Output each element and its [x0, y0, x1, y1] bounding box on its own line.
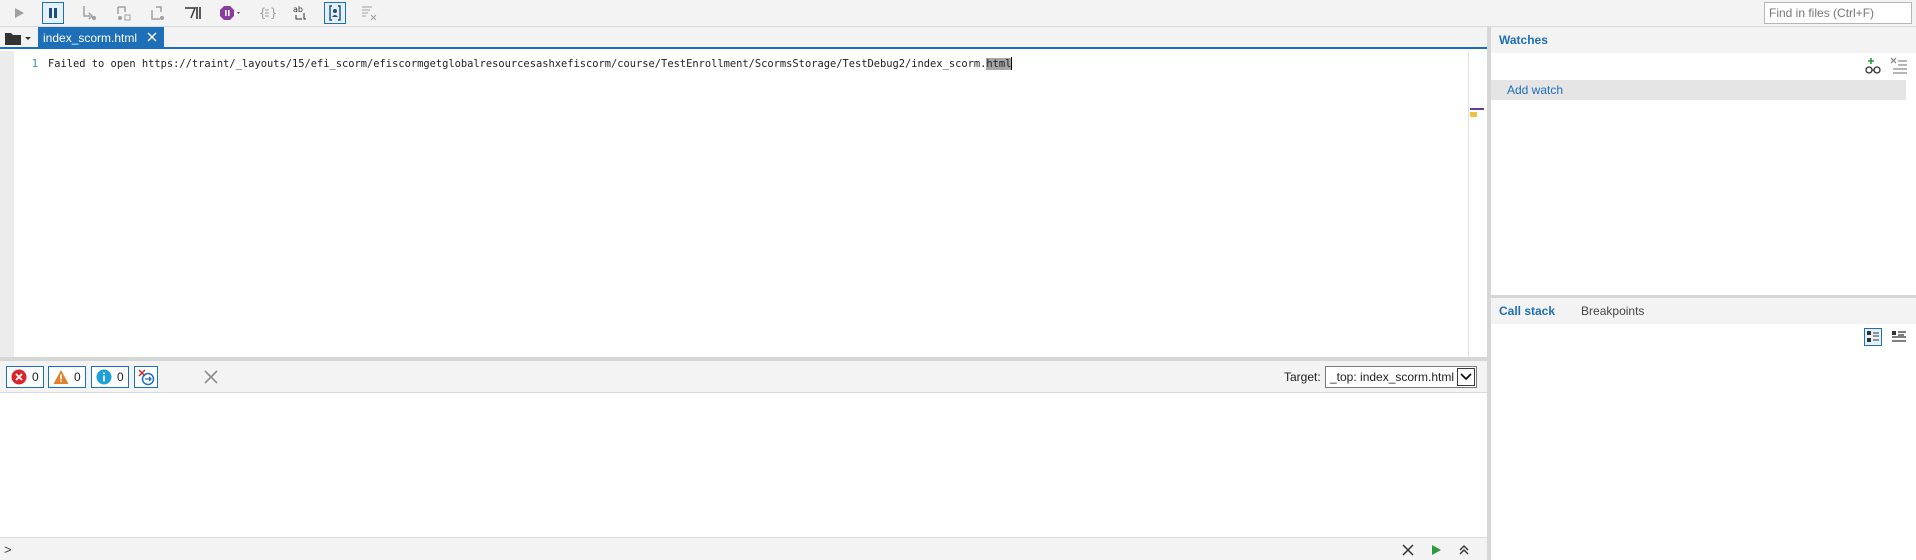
error-icon — [11, 369, 27, 385]
selected-text: html — [986, 58, 1012, 70]
code-view[interactable]: 1 Failed to open https://traint/_layouts… — [14, 51, 1468, 357]
line-text: Failed to open https://traint/_layouts/1… — [48, 58, 987, 70]
watches-title: Watches — [1499, 33, 1548, 47]
exception-behavior-icon — [220, 6, 240, 20]
expand-input-button[interactable] — [1456, 542, 1472, 558]
find-in-files-input[interactable] — [1764, 2, 1912, 24]
console-pane: 0 0 0 Target: _top: index_scorm.html — [0, 361, 1487, 537]
clear-console-button[interactable] — [200, 366, 222, 388]
word-wrap-button[interactable]: ab — [290, 2, 312, 24]
step-out-icon — [151, 6, 164, 20]
clear-breakpoints-icon — [362, 6, 377, 21]
step-into-button[interactable] — [78, 2, 100, 24]
target-value: _top: index_scorm.html — [1330, 370, 1455, 384]
scroll-marker-highlight — [1470, 112, 1477, 117]
warnings-filter-button[interactable]: 0 — [48, 366, 86, 388]
info-icon — [96, 369, 112, 385]
editor-pane: index_scorm.html 1 Failed to open https:… — [0, 27, 1487, 357]
callstack-toolbar — [1864, 328, 1908, 346]
breakpoint-gutter[interactable] — [0, 51, 14, 357]
text-caret — [1011, 57, 1013, 70]
pause-icon — [49, 8, 57, 18]
console-prompt: > — [4, 542, 12, 557]
pretty-print-button[interactable]: {} — [256, 2, 278, 24]
step-over-button[interactable] — [112, 2, 134, 24]
info-filter-button[interactable]: 0 — [91, 366, 129, 388]
clear-input-button[interactable] — [1400, 542, 1416, 558]
callstack-pane: Call stack Breakpoints — [1491, 298, 1916, 560]
call-frames-icon — [1867, 331, 1879, 342]
warnings-count: 0 — [74, 370, 81, 384]
line-number: 1 — [31, 58, 38, 70]
step-out-button[interactable] — [146, 2, 168, 24]
close-tab-icon[interactable] — [146, 31, 158, 43]
info-count: 0 — [117, 370, 124, 384]
show-frames-button[interactable] — [1864, 328, 1882, 346]
console-input-bar[interactable]: > — [0, 537, 1487, 560]
run-button[interactable] — [1428, 542, 1444, 558]
code-line: 1 Failed to open https://traint/_layouts… — [14, 57, 1013, 71]
console-toolbar: 0 0 0 Target: _top: index_scorm.html — [0, 361, 1487, 393]
step-into-icon — [83, 6, 96, 20]
pause-button[interactable] — [42, 2, 64, 24]
break-on-new-worker-button[interactable] — [182, 2, 204, 24]
svg-text:ab: ab — [293, 5, 303, 14]
stack-details-icon — [1892, 331, 1906, 342]
pretty-print-icon: {} — [259, 6, 276, 20]
callstack-header: Call stack Breakpoints — [1491, 298, 1916, 324]
add-watch-icon — [1865, 58, 1881, 74]
errors-filter-button[interactable]: 0 — [6, 366, 44, 388]
double-chevron-up-icon — [1459, 545, 1469, 555]
clear-breakpoints-button[interactable] — [358, 2, 380, 24]
watches-pane: Watches Add watch — [1491, 27, 1916, 295]
tab-label: index_scorm.html — [43, 31, 138, 45]
add-watch-row[interactable]: Add watch — [1491, 80, 1906, 100]
clear-on-navigate-button[interactable] — [134, 366, 158, 388]
just-my-code-button[interactable] — [324, 2, 346, 24]
add-watch-button[interactable] — [1864, 57, 1882, 78]
close-icon — [1402, 544, 1414, 556]
editor-scrollbar[interactable] — [1468, 51, 1487, 357]
step-over-icon — [117, 6, 131, 21]
open-document-button[interactable] — [4, 30, 32, 46]
clear-watches-icon — [1890, 57, 1907, 74]
target-label: Target: — [1284, 370, 1321, 384]
tab-breakpoints[interactable]: Breakpoints — [1581, 304, 1644, 318]
warning-icon — [53, 370, 69, 384]
clear-on-navigate-icon — [138, 369, 155, 386]
line-content: Failed to open https://traint/_layouts/1… — [48, 57, 1013, 71]
folder-icon — [5, 33, 31, 45]
watches-toolbar — [1864, 57, 1908, 78]
scroll-marker — [1470, 108, 1484, 110]
debugger-toolbar: {} ab — [0, 0, 1916, 27]
run-icon — [1432, 545, 1441, 555]
clear-icon — [204, 370, 218, 384]
continue-button[interactable] — [8, 2, 30, 24]
just-my-code-icon — [329, 5, 341, 21]
errors-count: 0 — [32, 370, 39, 384]
continue-icon — [15, 8, 24, 18]
delete-all-watches-button[interactable] — [1890, 57, 1908, 78]
word-wrap-icon: ab — [293, 5, 306, 20]
exception-behavior-button[interactable] — [218, 2, 244, 24]
document-tabstrip: index_scorm.html — [0, 27, 1487, 49]
tab-call-stack[interactable]: Call stack — [1499, 304, 1555, 318]
target-select[interactable]: _top: index_scorm.html — [1325, 366, 1477, 388]
svg-text:}: } — [270, 6, 276, 20]
break-on-new-worker-icon — [185, 7, 201, 19]
chevron-down-icon — [1457, 368, 1475, 386]
watches-header: Watches — [1491, 27, 1916, 53]
tab-index-scorm[interactable]: index_scorm.html — [38, 27, 164, 49]
toggle-details-button[interactable] — [1890, 328, 1908, 346]
